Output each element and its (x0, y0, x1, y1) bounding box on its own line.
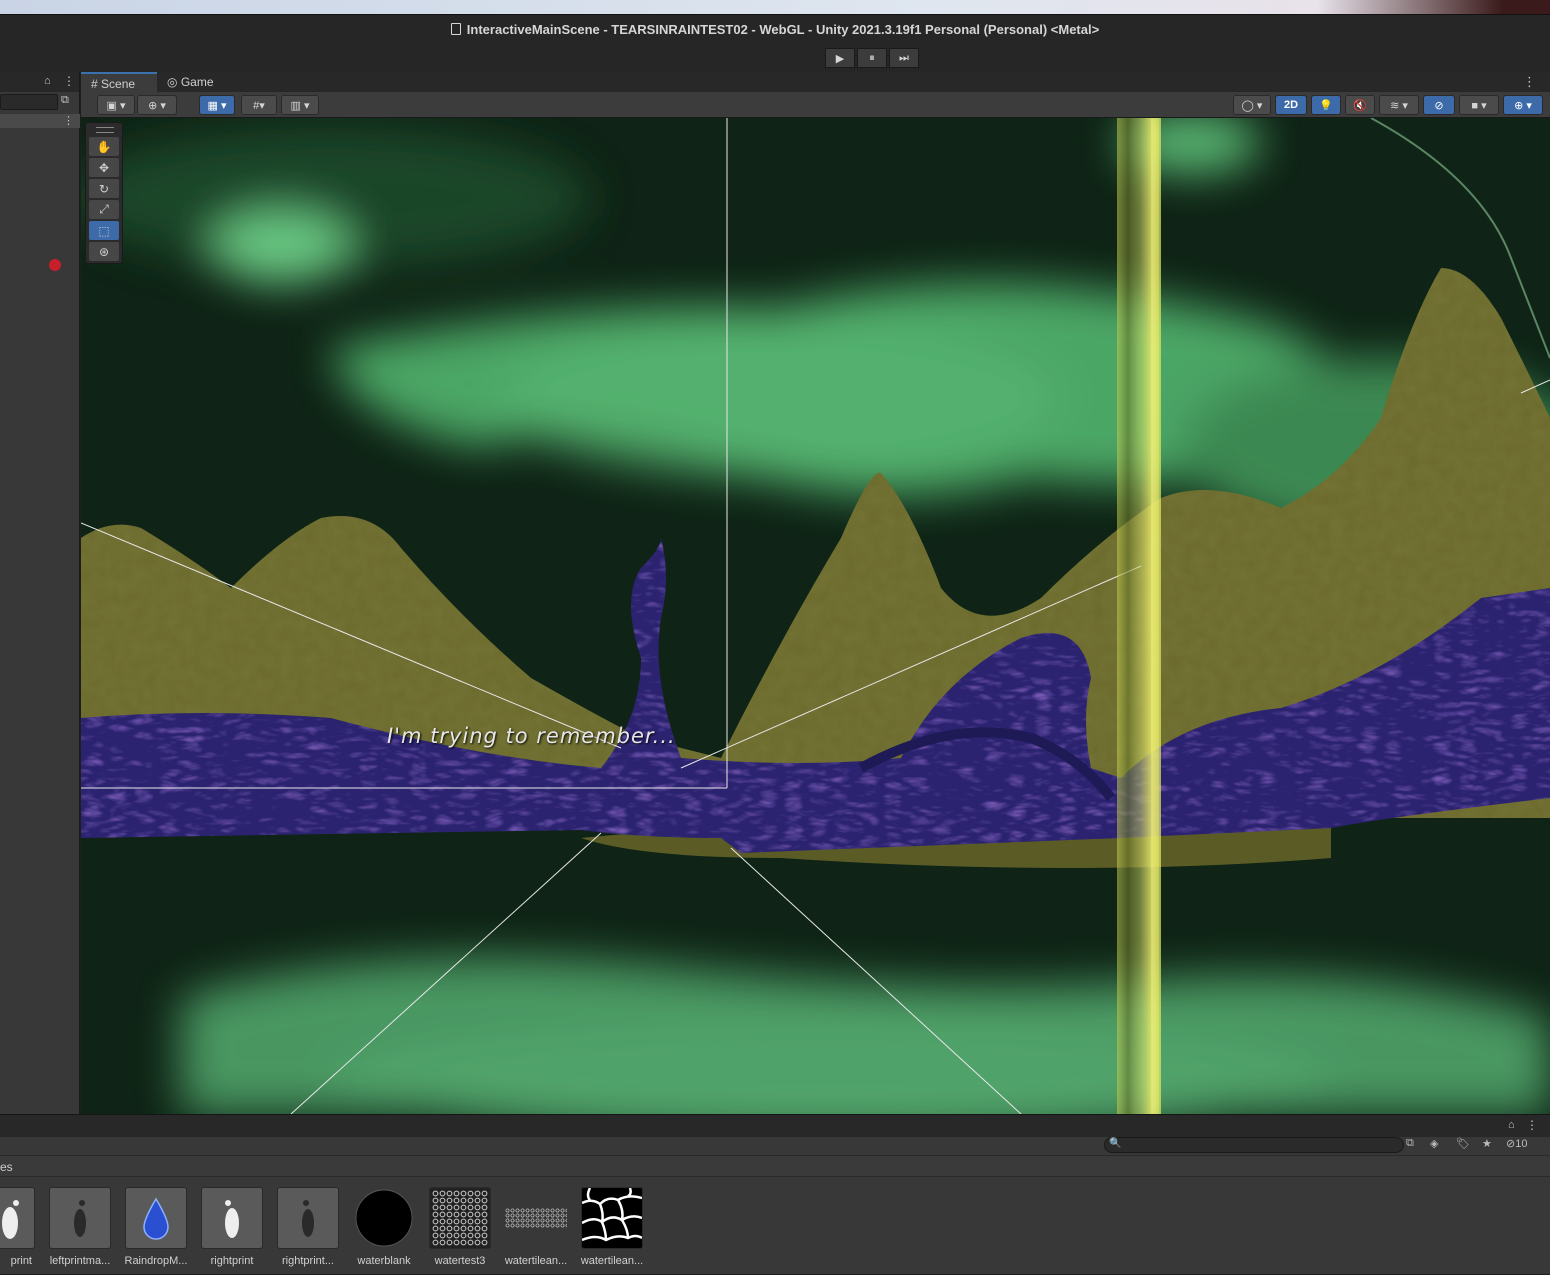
play-button[interactable]: ▶ (825, 48, 855, 68)
os-top-strip (0, 0, 1550, 14)
asset-item[interactable]: rightprint... (276, 1187, 340, 1267)
light-bulb-icon: 💡 (1319, 99, 1333, 112)
lock-icon[interactable]: ⌂ (1508, 1119, 1515, 1131)
hand-tool-button[interactable]: ✋ (89, 137, 119, 156)
asset-item[interactable]: waterblank (352, 1187, 416, 1267)
scene-render (81, 118, 1550, 1114)
expand-icon[interactable]: ⧉ (61, 94, 69, 107)
hidden-packages-button[interactable]: ⊘10 (1506, 1137, 1527, 1150)
title-bar: InteractiveMainScene - TEARSINRAINTEST02… (0, 14, 1550, 44)
footprint-icon (201, 1187, 263, 1249)
project-breadcrumb-bar: es (0, 1155, 1550, 1177)
rect-icon: ⬚ (98, 223, 110, 238)
filter-by-label-icon[interactable]: 🏷 (1456, 1137, 1470, 1150)
hand-icon: ✋ (96, 139, 112, 154)
project-panel: ⌂ ⋮ 🔍 ⧉ ◈ 🏷 ★ ⊘10 es print leftprintma..… (0, 1114, 1550, 1274)
scale-tool-button[interactable]: ⤢ (89, 200, 119, 219)
asset-item[interactable]: watertest3 (428, 1187, 492, 1267)
document-icon (450, 23, 461, 35)
window-title: InteractiveMainScene - TEARSINRAINTEST02… (0, 22, 1550, 37)
footprint-icon (277, 1187, 339, 1249)
layers-icon: ≋ ▾ (1390, 99, 1408, 112)
2d-mode-button[interactable]: 2D (1275, 95, 1307, 115)
shading-mode-button[interactable]: ◯ ▾ (1233, 95, 1271, 115)
footprint-icon (0, 1187, 35, 1249)
breadcrumb[interactable]: es (0, 1160, 13, 1174)
camera-icon: ■ ▾ (1471, 99, 1487, 112)
scene-subtitle-text: I'm trying to remember... (387, 724, 676, 748)
filter-by-type-icon[interactable]: ◈ (1430, 1137, 1438, 1150)
gizmos-button[interactable]: ⊕ ▾ (1503, 95, 1543, 115)
transform-tool-button[interactable]: ⊛ (89, 242, 119, 261)
draw-mode-icon: ▣ ▾ (106, 99, 126, 112)
strip-texture-icon (505, 1187, 567, 1249)
tab-game[interactable]: ◎ Game (157, 72, 227, 92)
more-options-icon[interactable]: ⋮ (1526, 1118, 1538, 1132)
overlay-handle[interactable] (96, 127, 114, 133)
asset-item[interactable]: watertilean... (504, 1187, 568, 1267)
grid-icon: #▾ (253, 99, 265, 112)
asset-item[interactable]: watertilean... (580, 1187, 644, 1267)
hierarchy-panel: ⌂ ⋮ ⧉ ⋮ (0, 72, 80, 1114)
asset-item[interactable]: print (0, 1187, 36, 1267)
rotate-icon: ↻ (98, 181, 110, 196)
gizmo-icon: ⊕ ▾ (1514, 99, 1532, 112)
move-tool-button[interactable]: ✥ (89, 158, 119, 177)
asset-grid: print leftprintma... RaindropM... rightp… (0, 1187, 1550, 1275)
sphere-icon: ◯ ▾ (1241, 99, 1263, 112)
asset-item[interactable]: rightprint (200, 1187, 264, 1267)
hash-icon: # (91, 77, 98, 91)
scene-toolbar: ▣ ▾ ⊕ ▾ ▦ ▾ #▾ ▥ ▾ ◯ ▾ 2D 💡 🔇 ≋ ▾ ⊘ ■ ▾ … (81, 92, 1550, 118)
raindrop-icon (125, 1187, 187, 1249)
more-options-icon[interactable]: ⋮ (63, 74, 75, 88)
step-button[interactable]: ⏭ (889, 48, 919, 68)
transform-tools-overlay: ✋ ✥ ↻ ⤢ ⬚ ⊛ (85, 122, 123, 264)
search-icon: 🔍 (1109, 1138, 1122, 1149)
lighting-toggle-button[interactable]: 💡 (1311, 95, 1341, 115)
eye-slash-icon: ⊘ (1506, 1138, 1516, 1150)
play-toolbar: ▶ ⏸ ⏭ (0, 44, 1550, 72)
globe-icon: ⊕ ▾ (148, 99, 166, 112)
increment-snap-button[interactable]: ▥ ▾ (281, 95, 319, 115)
draw-mode-button[interactable]: ▣ ▾ (97, 95, 135, 115)
effects-button[interactable]: ≋ ▾ (1379, 95, 1419, 115)
hierarchy-header: ⌂ ⋮ (0, 72, 79, 92)
cell-texture-icon (429, 1187, 491, 1249)
grid-visibility-button[interactable]: #▾ (241, 95, 277, 115)
error-marker-icon (49, 259, 61, 271)
footprint-icon (49, 1187, 111, 1249)
lock-icon[interactable]: ⌂ (44, 75, 51, 87)
scale-icon: ⤢ (99, 202, 109, 216)
rect-tool-button[interactable]: ⬚ (89, 221, 119, 240)
grid-snap-button[interactable]: ▦ ▾ (199, 95, 235, 115)
scene-viewport[interactable]: ✋ ✥ ↻ ⤢ ⬚ ⊛ I'm trying to remember... (81, 118, 1550, 1114)
move-icon: ✥ (98, 160, 110, 175)
transform-icon: ⊛ (98, 244, 110, 259)
scene-tab-bar: # Scene ◎ Game ⋮ (81, 72, 1550, 92)
asset-item[interactable]: RaindropM... (124, 1187, 188, 1267)
asset-item[interactable]: leftprintma... (48, 1187, 112, 1267)
eye-slash-icon: ⊘ (1434, 99, 1444, 112)
black-circle-icon (353, 1187, 415, 1249)
rotate-tool-button[interactable]: ↻ (89, 179, 119, 198)
expand-icon[interactable]: ⧉ (1406, 1137, 1414, 1150)
grid-snap-icon: ▦ ▾ (207, 99, 227, 112)
project-header: ⌂ ⋮ (0, 1115, 1550, 1137)
speaker-mute-icon: 🔇 (1353, 99, 1367, 112)
more-options-icon[interactable]: ⋮ (1523, 74, 1536, 90)
voronoi-texture-icon (581, 1187, 643, 1249)
hierarchy-search-input[interactable] (0, 94, 58, 110)
favorite-star-icon[interactable]: ★ (1482, 1137, 1492, 1150)
project-search-input[interactable]: 🔍 (1104, 1137, 1404, 1153)
scene-visibility-button[interactable]: ⊘ (1423, 95, 1455, 115)
audio-toggle-button[interactable]: 🔇 (1345, 95, 1375, 115)
global-toggle-button[interactable]: ⊕ ▾ (137, 95, 177, 115)
camera-settings-button[interactable]: ■ ▾ (1459, 95, 1499, 115)
hierarchy-scene-row[interactable]: ⋮ (0, 114, 80, 128)
tab-scene[interactable]: # Scene (81, 72, 157, 92)
more-options-icon[interactable]: ⋮ (63, 114, 74, 127)
pause-button[interactable]: ⏸ (857, 48, 887, 68)
gamepad-icon: ◎ (167, 75, 178, 89)
ruler-icon: ▥ ▾ (290, 99, 310, 112)
